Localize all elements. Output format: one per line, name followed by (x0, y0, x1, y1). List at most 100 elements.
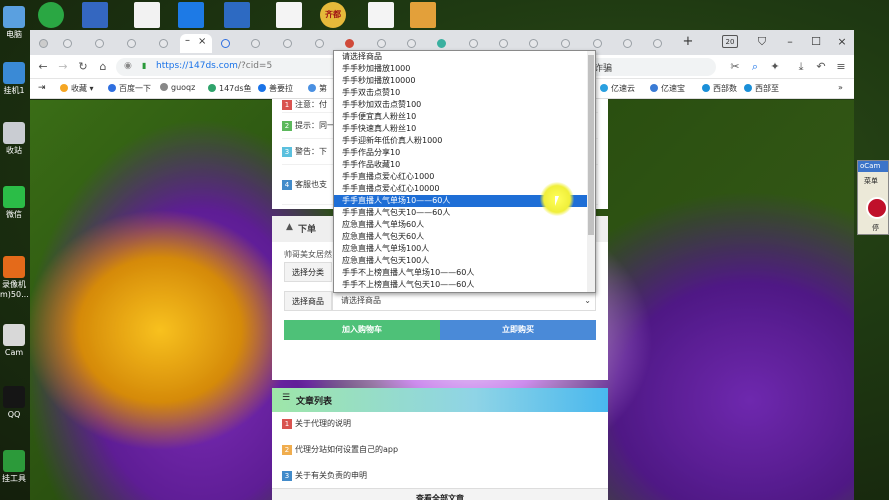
view-all-articles-link[interactable]: 查看全部文章 (272, 488, 608, 500)
dropdown-option[interactable]: 手手快速真人粉丝10 (334, 123, 595, 135)
desktop-icon-archive[interactable] (410, 2, 436, 28)
dropdown-option[interactable]: 手手作品分享10 (334, 147, 595, 159)
tab-active[interactable]: × – (180, 34, 212, 53)
dropdown-scrollbar[interactable] (587, 51, 595, 292)
more-bookmarks-icon[interactable]: » (838, 83, 843, 92)
desktop-icon-badge[interactable]: 齐都 (320, 2, 346, 28)
desktop-icon[interactable]: 录像机 m)50... (0, 256, 29, 300)
tab-count-badge[interactable]: 20 (722, 35, 738, 48)
product-dropdown-list[interactable]: 请选择商品 手手秒加播放1000 手手秒加播放10000 手手双击点赞10 手手秒加双击… (333, 50, 596, 293)
sidebar-toggle-icon[interactable]: ⇥ (38, 83, 46, 93)
dropdown-option[interactable]: 请选择商品 (334, 51, 595, 63)
tab[interactable] (618, 34, 642, 53)
scissors-icon[interactable]: ✂ (726, 58, 744, 76)
desktop-icon[interactable]: Cam (0, 324, 28, 358)
home-icon[interactable]: ⌂ (94, 58, 112, 76)
minimize-button[interactable]: – (780, 33, 800, 51)
tab[interactable] (648, 34, 672, 53)
bookmark-favicon (308, 84, 316, 92)
extension-icon[interactable]: ✦ (766, 58, 784, 76)
new-tab-button[interactable]: + (678, 33, 698, 51)
desktop-icon-file[interactable] (134, 2, 160, 28)
dropdown-option[interactable]: 手手秒加播放10000 (334, 75, 595, 87)
app-icon (3, 6, 25, 28)
notice-number: 1 (282, 100, 292, 110)
tab[interactable] (90, 34, 114, 53)
dropdown-option[interactable]: 应急直播人气单场100人 (334, 243, 595, 255)
desktop-icon-word[interactable] (82, 2, 108, 28)
undo-icon[interactable]: ↶ (812, 58, 830, 76)
articles-panel: ☰ 文章列表 1 关于代理的说明 2 代理分站如何设置自己的app 3 关于有关负责的… (272, 388, 608, 500)
desktop-icon[interactable]: QQ (0, 386, 28, 420)
bookmark-favicon (600, 84, 608, 92)
article-number: 1 (282, 419, 292, 429)
desktop-icon-green[interactable] (38, 2, 64, 28)
tab[interactable] (122, 34, 146, 53)
tab[interactable] (154, 34, 178, 53)
search-icon[interactable]: ⌕ (746, 58, 764, 76)
article-link[interactable]: 3 关于有关负责的申明 (282, 466, 367, 486)
product-select[interactable]: 请选择商品 ⌄ (332, 291, 596, 311)
dropdown-option[interactable]: 手手双击点赞10 (334, 87, 595, 99)
bookmark-item[interactable]: 百度一下 (108, 83, 151, 94)
menu-icon[interactable]: ≡ (832, 58, 850, 76)
tab[interactable] (58, 34, 82, 53)
tab[interactable] (310, 34, 334, 53)
shirt-icon[interactable]: ⛉ (752, 33, 772, 51)
forward-arrow-icon[interactable]: → (54, 58, 72, 76)
bookmark-item[interactable]: guoqz (160, 83, 195, 92)
close-icon[interactable]: × (198, 36, 206, 47)
desktop-icon-file2[interactable] (276, 2, 302, 28)
bookmark-item[interactable]: 西部至 (744, 83, 779, 94)
tab[interactable] (278, 34, 302, 53)
reload-icon[interactable]: ↻ (74, 58, 92, 76)
bookmark-star[interactable]: 收藏 ▾ (60, 83, 94, 94)
ocam-menu[interactable]: 菜单 (858, 172, 888, 186)
bookmark-item[interactable]: 亿速云 (600, 83, 635, 94)
bookmark-item[interactable]: 亿速宝 (650, 83, 685, 94)
dropdown-option[interactable]: 手手作品收藏10 (334, 159, 595, 171)
record-button[interactable] (866, 197, 888, 219)
desktop-icon-file3[interactable] (368, 2, 394, 28)
site-info-icon[interactable]: ◉ (124, 61, 132, 71)
bookmark-item[interactable]: 第 (308, 83, 327, 94)
tab-avatar[interactable] (34, 34, 58, 53)
desktop-icon[interactable]: 挂工具 (0, 450, 28, 484)
category-label: 选择分类 (284, 262, 332, 282)
dropdown-option[interactable]: 手手迎新年低价真人粉1000 (334, 135, 595, 147)
window-close-button[interactable]: × (832, 33, 852, 51)
desktop-icon[interactable]: 挂机1 (0, 62, 28, 96)
order-desc: 帅哥美女居然 (284, 250, 332, 259)
product-label: 选择商品 (284, 291, 332, 311)
dropdown-option[interactable]: 手手不上榜直播人气单场10——60人 (334, 267, 595, 279)
app-icon (3, 62, 25, 84)
ocam-window: oCam 菜单 停 (857, 160, 889, 235)
dropdown-option[interactable]: 应急直播人气包天60人 (334, 231, 595, 243)
bookmark-item[interactable]: 西部数 (702, 83, 737, 94)
tab[interactable] (216, 34, 240, 53)
notice-number: 4 (282, 180, 292, 190)
bookmark-item[interactable]: 147ds鱼 (208, 83, 252, 94)
scrollbar-thumb[interactable] (588, 55, 594, 235)
article-link[interactable]: 1 关于代理的说明 (282, 414, 351, 434)
mouse-cursor-icon (555, 196, 559, 206)
bookmark-item[interactable]: 善要拉 (258, 83, 293, 94)
dropdown-option[interactable]: 应急直播人气单场60人 (334, 219, 595, 231)
tab[interactable] (246, 34, 270, 53)
desktop-icon[interactable]: 收站 (0, 122, 28, 156)
dropdown-option[interactable]: 手手秒加双击点赞100 (334, 99, 595, 111)
desktop-icon[interactable]: 微信 (0, 186, 28, 220)
dropdown-option[interactable]: 手手便宜真人粉丝10 (334, 111, 595, 123)
dropdown-option[interactable]: 应急直播人气包天100人 (334, 255, 595, 267)
dropdown-option[interactable]: 手手秒加播放1000 (334, 63, 595, 75)
article-link[interactable]: 2 代理分站如何设置自己的app (282, 440, 398, 460)
maximize-button[interactable]: ☐ (806, 33, 826, 51)
back-arrow-icon[interactable]: ← (34, 58, 52, 76)
download-icon[interactable]: ⤓ (792, 58, 810, 76)
desktop-icon[interactable]: 电脑 (0, 6, 28, 40)
desktop-icon-app[interactable] (178, 2, 204, 28)
buy-now-button[interactable]: 立即购买 (440, 320, 596, 340)
add-to-cart-button[interactable]: 加入购物车 (284, 320, 440, 340)
desktop-icon-word2[interactable] (224, 2, 250, 28)
dropdown-option[interactable]: 手手不上榜直播人气包天10——60人 (334, 279, 595, 291)
